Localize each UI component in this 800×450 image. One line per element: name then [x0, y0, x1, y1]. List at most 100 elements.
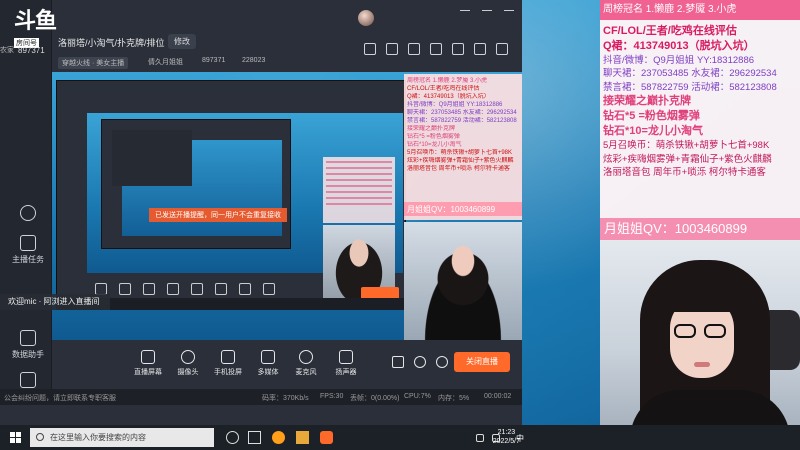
speaker-button[interactable]: 扬声器	[326, 350, 366, 377]
info-line: 钻石*5 =粉色烟雾弹	[603, 110, 700, 123]
minimize-icon[interactable]	[460, 10, 470, 20]
fan-count: 897371	[202, 57, 226, 64]
data-icon	[20, 330, 36, 346]
windows-taskbar: 在这里输入你要搜索的内容 中 21:23 2022/5/7	[0, 425, 800, 450]
control-label: 多媒体	[257, 369, 279, 376]
control-label: 摄像头	[177, 369, 199, 376]
window-controls	[460, 10, 514, 20]
hot-value: 228023	[242, 57, 266, 64]
task-view-icon[interactable]	[248, 431, 261, 444]
camera-icon	[181, 350, 195, 364]
streaming-app-window: 农家 主播任务 数据助手 斗鱼 房间号 897371 洛丽塔/小淘气/扑克牌/排…	[0, 0, 522, 425]
overlay-line: 5月召唤币：萌杀铁锹+胡萝卜七首+98K	[407, 150, 513, 156]
weekly-rank-bar: 周榜冠名 1.懒鹿 2.梦魇 3.小虎	[600, 0, 800, 20]
screen-capture-button[interactable]: 直播屏幕	[128, 350, 168, 377]
captured-canvas	[87, 113, 403, 305]
browser-icon[interactable]	[272, 431, 285, 444]
webcam-feed	[600, 240, 800, 425]
eye-icon[interactable]	[414, 356, 426, 368]
media-icon	[261, 350, 275, 364]
layout-icon[interactable]	[392, 356, 404, 368]
sidebar-item-task[interactable]: 主播任务	[8, 235, 48, 265]
nested-capture	[101, 119, 291, 249]
status-fps: FPS:30	[320, 393, 344, 400]
sidebar-item-label: 主播任务	[12, 255, 44, 264]
info-line: 5月召唤币：萌杀铁锹+胡萝卜七首+98K	[603, 140, 770, 152]
room-tag-title: 洛丽塔/小淘气/扑克牌/排位	[58, 38, 165, 48]
search-icon	[36, 433, 44, 441]
status-cpu: CPU:7%	[404, 393, 431, 400]
status-time: 00:00:02	[484, 393, 512, 400]
user-avatar[interactable]	[358, 10, 374, 26]
info-line: 钻石*10=龙儿小淘气	[603, 125, 703, 138]
stop-live-button[interactable]: 关闭直播	[454, 352, 510, 372]
maximize-icon[interactable]	[482, 10, 492, 20]
phone-cast-button[interactable]: 手机投屏	[208, 350, 248, 377]
overlay-line: 钻石*10=龙儿小淘气	[407, 142, 462, 148]
sidebar-item-data[interactable]: 数据助手	[8, 330, 48, 360]
info-line: 禁言裙：587822759 活动裙：582123808	[603, 81, 777, 93]
streamer-name: 倩久月姐姐	[148, 59, 183, 66]
camera-button[interactable]: 摄像头	[168, 350, 208, 377]
search-placeholder: 在这里输入你要搜索的内容	[50, 433, 146, 442]
overlay-line: 周榜冠名 1.懒鹿 2.梦魇 3.小虎	[407, 78, 488, 84]
cortana-icon[interactable]	[226, 431, 239, 444]
edit-room-button[interactable]: 修改	[168, 34, 196, 49]
overlay-line: 禁言裙：587822759 活动裙：582123808	[407, 118, 517, 124]
welcome-tip: 欢迎mic · 阿浏进入直播间	[0, 294, 110, 310]
close-icon[interactable]	[504, 10, 514, 20]
glasses-icon	[674, 324, 730, 340]
mic-icon	[299, 350, 313, 364]
nested-capture-panel	[112, 130, 192, 186]
preview-webcam	[404, 222, 522, 340]
sidebar-item-label: 数据助手	[12, 350, 44, 359]
info-line: Q裙：413749013（脱坑入坑）	[603, 40, 755, 52]
settings-icon[interactable]	[436, 356, 448, 368]
clock-date: 2022/5/7	[492, 438, 520, 445]
logo-text: 斗鱼	[14, 8, 57, 33]
overlay-line: Q裙：413749013（脱坑入坑）	[407, 94, 490, 100]
control-bar: 直播屏幕 摄像头 手机投屏 多媒体 麦克风 扬声器 关闭直播	[52, 340, 522, 385]
overlay-line: 抖音/微博：Q9月姐姐 YY:18312886	[407, 102, 503, 108]
status-warning: 公会纠纷问题，请立即联系专职客服	[4, 395, 116, 402]
captured-window: 已发送开播提醒，同一用户不会重复接收	[56, 80, 407, 310]
file-explorer-icon[interactable]	[296, 431, 309, 444]
category-tag[interactable]: 穿越火线 · 美女主播	[58, 57, 129, 69]
info-overlay-panel: CF/LOL/王者/吃鸡在线评估 Q裙：413749013（脱坑入坑） 抖音/微…	[600, 20, 800, 240]
nested-overlay-text	[323, 157, 395, 223]
screen-icon	[141, 350, 155, 364]
control-label: 手机投屏	[214, 369, 242, 376]
status-drop: 丢帧：0(0.00%)	[350, 395, 400, 402]
room-subheader: 穿越火线 · 美女主播 倩久月姐姐 897371 228023	[52, 54, 522, 70]
info-line: CF/LOL/王者/吃鸡在线评估	[603, 25, 737, 37]
phone-cast-icon	[221, 350, 235, 364]
control-label: 扬声器	[335, 369, 357, 376]
info-line: 抖音/微博：Q9月姐姐 YY:18312886	[603, 55, 755, 66]
media-button[interactable]: 多媒体	[248, 350, 288, 377]
taskbar-clock[interactable]: 21:23 2022/5/7	[493, 428, 520, 446]
stream-preview[interactable]: 已发送开播提醒，同一用户不会重复接收 周榜冠名 1.懒鹿 2.梦魇 3.小虎 C…	[52, 72, 522, 340]
info-line: 炫彩+疾嗨烟雾弹+青霜仙子+紫色火麒麟	[603, 153, 772, 165]
overlay-line: CF/LOL/王者/吃鸡在线评估	[407, 86, 480, 92]
qv-contact-bar: 月姐姐QV：1003460899	[600, 218, 800, 240]
preview-overlay-panel: 周榜冠名 1.懒鹿 2.梦魇 3.小虎 CF/LOL/王者/吃鸡在线评估 Q裙：…	[404, 74, 522, 220]
control-label: 麦克风	[295, 369, 317, 376]
control-label: 直播屏幕	[134, 369, 162, 376]
info-line: 洛丽塔音包 周年币+唢泺 柯尔特卡通客	[603, 167, 766, 179]
douyu-app-icon[interactable]	[320, 431, 333, 444]
sidebar-top-label: 农家	[0, 47, 14, 54]
more-icon	[20, 205, 36, 221]
overlay-line: 钻石*5 =粉色烟雾弹	[407, 134, 460, 140]
sidebar-more[interactable]	[8, 205, 48, 224]
overlay-line: 炫彩+疾嗨烟雾弹+青霜仙子+紫色火麒麟	[407, 158, 514, 164]
windows-start-icon[interactable]	[10, 432, 21, 443]
app-sidebar: 农家 主播任务 数据助手	[0, 0, 52, 405]
tray-network-icon[interactable]	[476, 434, 484, 442]
home-icon	[20, 372, 36, 388]
overlay-line: 接荣耀之巅扑克牌	[407, 126, 456, 132]
notify-banner: 已发送开播提醒，同一用户不会重复接收	[149, 208, 287, 222]
info-line: 聊天裙：237053485 水友裙：296292534	[603, 68, 777, 80]
taskbar-search[interactable]: 在这里输入你要搜索的内容	[30, 428, 214, 447]
mic-button[interactable]: 麦克风	[286, 350, 326, 377]
overlay-line: 洛丽塔音包 周年币+唢泺 柯尔特卡通客	[407, 166, 510, 172]
